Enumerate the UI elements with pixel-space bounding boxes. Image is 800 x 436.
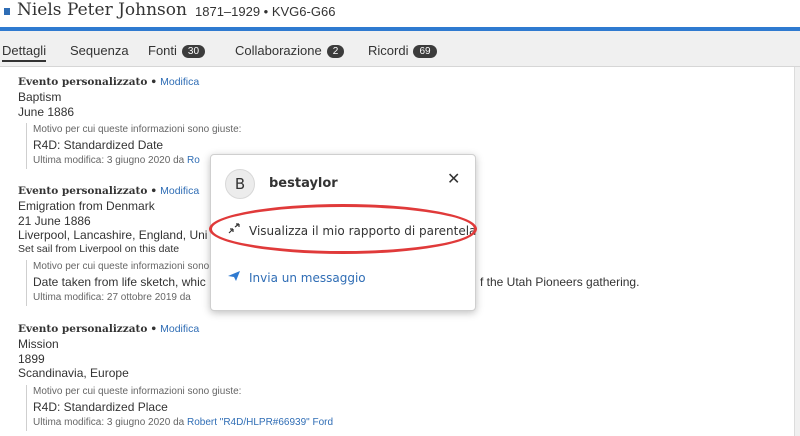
event-date: June 1886 [18,104,75,119]
event-type: Evento personalizzato [18,76,148,88]
tab-label: Fonti [148,43,177,58]
scrollbar-track[interactable] [794,67,800,436]
popup-username: bestaylor [269,176,338,191]
event-header: Evento personalizzato • Modifica [18,323,200,335]
custom-event: Evento personalizzato • Modifica Mission 1… [18,322,738,431]
person-marker-icon [4,8,10,15]
tab-dettagli[interactable]: Dettagli [2,43,47,62]
person-header: Niels Peter Johnson 1871–1929 • KVG6-G66 [0,0,800,27]
tab-count-badge: 2 [326,45,345,58]
reason-block: Motivo per cui queste informazioni sono … [26,384,738,431]
send-message-label: Invia un messaggio [249,271,366,285]
tab-count-badge: 30 [181,45,206,58]
event-type: Evento personalizzato [18,185,148,197]
avatar: B [225,169,255,199]
event-date: 1899 [18,351,45,366]
reason-label: Motivo per cui queste informazioni sono … [33,385,242,397]
tab-count-badge: 69 [413,45,437,58]
tab-bar: Dettagli Sequenza Fonti 30 Collaborazione… [0,31,800,67]
close-icon[interactable]: ✕ [447,169,460,188]
reason-label: Motivo per cui queste informazioni sono … [33,124,242,135]
reason-text: R4D: Standardized Place [33,399,168,414]
send-message-button[interactable]: Invia un messaggio [227,270,366,285]
event-header: Evento personalizzato • Modifica [18,76,200,88]
edit-link[interactable]: Modifica [160,185,199,197]
reason-text-tail: f the Utah Pioneers gathering. [480,274,640,289]
event-title: Baptism [18,90,62,104]
event-place: Scandinavia, Europe [18,366,129,380]
edit-link[interactable]: Modifica [160,76,199,88]
tab-label: Collaborazione [235,43,322,58]
edit-link[interactable]: Modifica [160,323,199,335]
tab-collaborazione[interactable]: Collaborazione 2 [235,43,345,58]
contributor-link[interactable]: Robert "R4D/HLPR#66939" Ford [187,417,333,428]
person-meta: 1871–1929 • KVG6-G66 [195,4,336,19]
tab-ricordi[interactable]: Ricordi 69 [368,43,437,58]
person-name: Niels Peter Johnson [17,0,187,20]
reason-text: R4D: Standardized Date [33,138,164,152]
tab-sequenza[interactable]: Sequenza [70,43,129,58]
tab-label: Sequenza [70,43,129,58]
event-title: Mission [18,337,59,351]
last-modified: Ultima modifica: 3 giugno 2020 da Robert… [33,416,334,428]
tab-fonti[interactable]: Fonti 30 [148,43,206,58]
contributor-link[interactable]: Ro [187,155,200,166]
event-type: Evento personalizzato [18,323,148,335]
annotation-highlight [209,204,477,254]
tab-label: Ricordi [368,43,409,58]
send-icon [227,270,249,285]
tab-label: Dettagli [2,43,47,58]
